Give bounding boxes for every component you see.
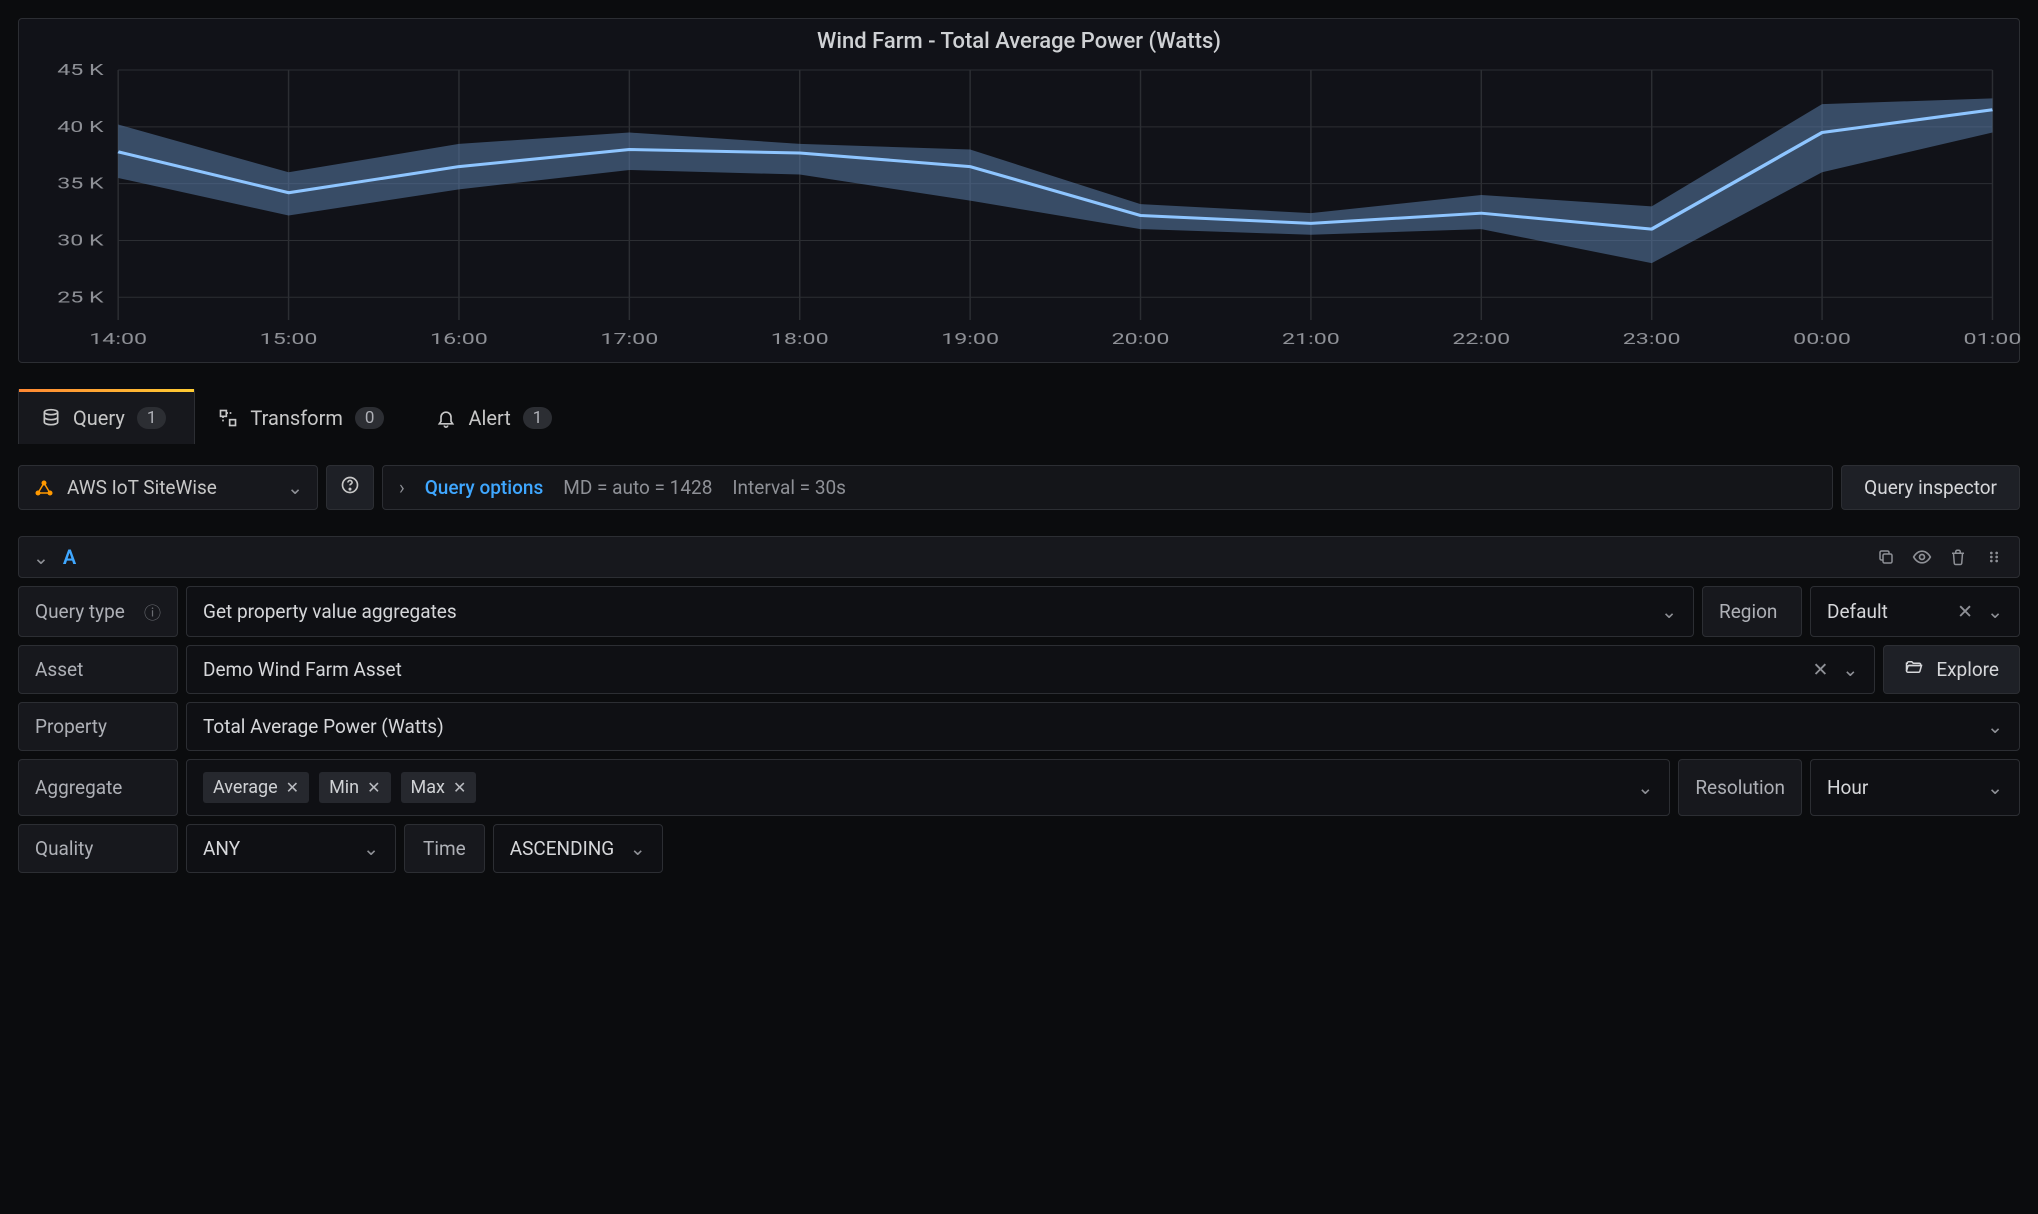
svg-text:14:00: 14:00	[89, 329, 147, 348]
tab-transform[interactable]: Transform 0	[195, 391, 413, 444]
svg-text:40 K: 40 K	[57, 117, 104, 136]
toggle-visibility-button[interactable]	[1911, 546, 1933, 568]
svg-text:01:00: 01:00	[1964, 329, 2022, 348]
explore-button[interactable]: Explore	[1883, 645, 2020, 694]
chevron-down-icon: ⌄	[1842, 658, 1858, 681]
chevron-down-icon: ⌄	[1987, 715, 2003, 738]
field-asset[interactable]: Demo Wind Farm Asset ✕ ⌄	[186, 645, 1875, 694]
help-icon	[340, 475, 360, 500]
duplicate-query-button[interactable]	[1875, 546, 1897, 568]
database-icon	[41, 408, 61, 428]
chart-panel: Wind Farm - Total Average Power (Watts) …	[18, 18, 2020, 363]
svg-text:45 K: 45 K	[57, 60, 104, 79]
svg-text:20:00: 20:00	[1112, 329, 1170, 348]
query-name: A	[63, 545, 76, 569]
chevron-down-icon: ⌄	[287, 476, 303, 499]
chevron-down-icon: ⌄	[33, 546, 49, 569]
svg-text:00:00: 00:00	[1793, 329, 1851, 348]
remove-chip-icon[interactable]: ✕	[286, 778, 299, 797]
svg-text:30 K: 30 K	[57, 230, 104, 249]
chevron-down-icon: ⌄	[630, 837, 646, 860]
sitewise-icon	[33, 479, 55, 497]
field-resolution[interactable]: Hour ⌄	[1810, 759, 2020, 816]
delete-query-button[interactable]	[1947, 546, 1969, 568]
svg-text:17:00: 17:00	[600, 329, 658, 348]
clear-icon[interactable]: ✕	[1957, 600, 1973, 623]
tab-query[interactable]: Query 1	[18, 389, 195, 444]
svg-text:23:00: 23:00	[1623, 329, 1681, 348]
tab-alert[interactable]: Alert 1	[413, 391, 581, 444]
label-asset: Asset	[18, 645, 178, 694]
query-options-bar[interactable]: › Query options MD = auto = 1428 Interva…	[382, 465, 1833, 510]
query-options-label: Query options	[425, 476, 544, 499]
aggregate-chip[interactable]: Min✕	[319, 772, 390, 803]
chevron-down-icon: ⌄	[1661, 600, 1677, 623]
field-time[interactable]: ASCENDING ⌄	[493, 824, 663, 873]
folder-open-icon	[1904, 658, 1924, 681]
query-options-interval: Interval = 30s	[732, 476, 846, 499]
aggregate-chip[interactable]: Max✕	[401, 772, 477, 803]
label-query-type: Query type	[18, 586, 178, 637]
svg-text:18:00: 18:00	[771, 329, 829, 348]
label-quality: Quality	[18, 824, 178, 873]
aggregate-chip[interactable]: Average✕	[203, 772, 309, 803]
chevron-down-icon: ⌄	[1637, 776, 1653, 799]
chevron-right-icon: ›	[399, 476, 405, 499]
field-region[interactable]: Default ✕ ⌄	[1810, 586, 2020, 637]
query-block: ⌄ A Query type Get property value aggreg…	[18, 536, 2020, 873]
transform-icon	[218, 408, 238, 428]
query-inspector-button[interactable]: Query inspector	[1841, 465, 2020, 510]
tab-transform-label: Transform	[250, 406, 343, 430]
datasource-help-button[interactable]	[326, 465, 374, 510]
query-header[interactable]: ⌄ A	[18, 536, 2020, 578]
field-property[interactable]: Total Average Power (Watts) ⌄	[186, 702, 2020, 751]
svg-text:15:00: 15:00	[260, 329, 318, 348]
remove-chip-icon[interactable]: ✕	[453, 778, 466, 797]
query-options-md: MD = auto = 1428	[563, 476, 712, 499]
chart-area[interactable]: 25 K 30 K 35 K 40 K 45 K 14:00 15:00 16:00 17:00…	[31, 60, 2007, 350]
datasource-name: AWS IoT SiteWise	[67, 476, 217, 499]
query-toolbar: AWS IoT SiteWise ⌄ › Query options MD = …	[18, 465, 2020, 510]
editor-tabs: Query 1 Transform 0 Alert 1	[18, 389, 2020, 445]
label-property: Property	[18, 702, 178, 751]
svg-text:19:00: 19:00	[941, 329, 999, 348]
chevron-down-icon: ⌄	[1987, 776, 2003, 799]
svg-text:22:00: 22:00	[1452, 329, 1510, 348]
remove-chip-icon[interactable]: ✕	[367, 778, 380, 797]
field-query-type[interactable]: Get property value aggregates ⌄	[186, 586, 1694, 637]
svg-text:35 K: 35 K	[57, 173, 104, 192]
clear-icon[interactable]: ✕	[1812, 658, 1828, 681]
chevron-down-icon: ⌄	[1987, 600, 2003, 623]
datasource-select[interactable]: AWS IoT SiteWise ⌄	[18, 465, 318, 510]
svg-text:21:00: 21:00	[1282, 329, 1340, 348]
label-region: Region	[1702, 586, 1802, 637]
tab-query-count: 1	[137, 407, 167, 429]
field-quality[interactable]: ANY ⌄	[186, 824, 396, 873]
label-time: Time	[404, 824, 485, 873]
chart-title: Wind Farm - Total Average Power (Watts)	[31, 29, 2007, 54]
tab-alert-count: 1	[523, 407, 553, 429]
svg-text:16:00: 16:00	[430, 329, 488, 348]
chevron-down-icon: ⌄	[363, 837, 379, 860]
label-aggregate: Aggregate	[18, 759, 178, 816]
drag-handle-icon[interactable]	[1983, 546, 2005, 568]
tab-alert-label: Alert	[468, 406, 510, 430]
tab-query-label: Query	[73, 406, 125, 430]
svg-text:25 K: 25 K	[57, 287, 104, 306]
field-aggregate[interactable]: Average✕ Min✕ Max✕ ⌄	[186, 759, 1670, 816]
label-resolution: Resolution	[1678, 759, 1802, 816]
chart-svg: 25 K 30 K 35 K 40 K 45 K 14:00 15:00 16:00 17:00…	[31, 60, 2007, 350]
bell-icon	[436, 408, 456, 428]
tab-transform-count: 0	[355, 407, 385, 429]
